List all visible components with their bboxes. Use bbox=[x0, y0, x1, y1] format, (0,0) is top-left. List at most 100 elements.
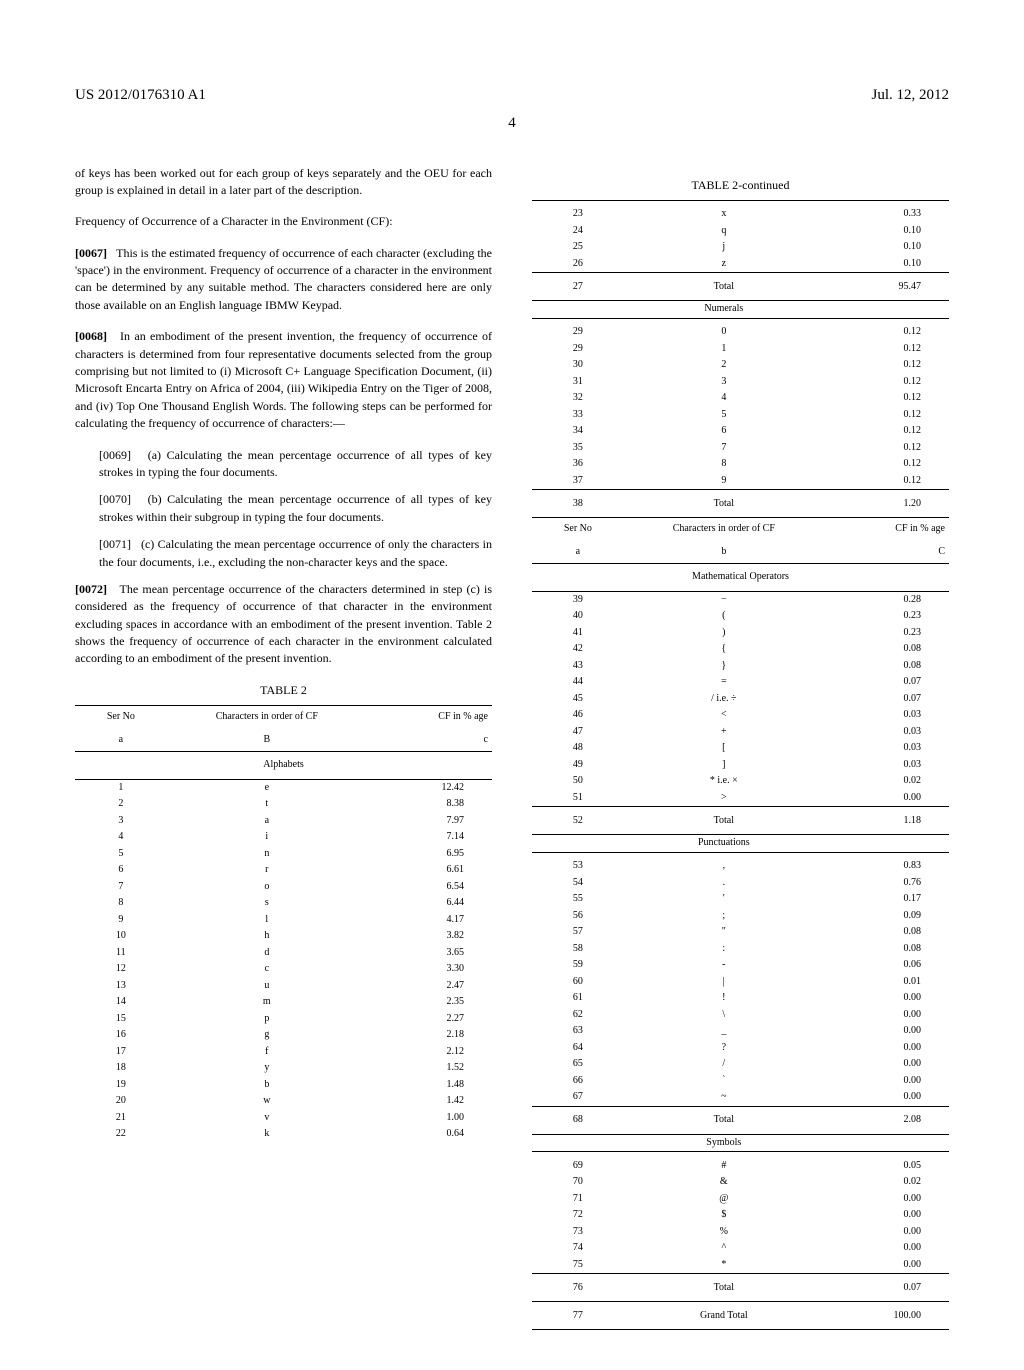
table-row: 2t8.38 bbox=[75, 796, 492, 813]
table-cell: m bbox=[167, 994, 367, 1011]
table-cell: c bbox=[167, 961, 367, 978]
table-cell: 20 bbox=[75, 1093, 167, 1110]
table-cell: | bbox=[624, 974, 824, 991]
table-cell: 60 bbox=[532, 974, 624, 991]
table-cell: 8 bbox=[624, 456, 824, 473]
table-cell: 0.23 bbox=[824, 608, 949, 625]
table-cell: 62 bbox=[532, 1007, 624, 1024]
table-cell: 43 bbox=[532, 658, 624, 675]
table-cell: , bbox=[624, 858, 824, 875]
publication-date: Jul. 12, 2012 bbox=[871, 85, 949, 107]
table-cell: 8 bbox=[75, 895, 167, 912]
table-cell: 7.14 bbox=[367, 829, 492, 846]
tbody-numerals: 2900.122910.123020.123130.123240.123350.… bbox=[532, 324, 949, 490]
table-cell: r bbox=[167, 862, 367, 879]
table-cell: 0.00 bbox=[824, 1089, 949, 1106]
table-row: 11d3.65 bbox=[75, 945, 492, 962]
table-cell: 0.00 bbox=[824, 1257, 949, 1274]
table-cell: 0.10 bbox=[824, 223, 949, 240]
th-sub-c: c bbox=[367, 729, 492, 752]
table-row: 51>0.00 bbox=[532, 790, 949, 807]
table-cell: 4.17 bbox=[367, 912, 492, 929]
table-cell: 7 bbox=[624, 440, 824, 457]
table-row: 65/0.00 bbox=[532, 1056, 949, 1073]
th-sub-c: C bbox=[824, 541, 949, 564]
table-cell: 0.83 bbox=[824, 858, 949, 875]
table-cell: # bbox=[624, 1158, 824, 1175]
table-cell: 16 bbox=[75, 1027, 167, 1044]
table-cell: 0.00 bbox=[824, 1240, 949, 1257]
table-cell: 8.38 bbox=[367, 796, 492, 813]
table-cell: p bbox=[167, 1011, 367, 1028]
table-cell: 7 bbox=[75, 879, 167, 896]
table-cell: 0.10 bbox=[824, 256, 949, 273]
th-char: Characters in order of CF bbox=[624, 518, 824, 541]
table-cell: i bbox=[167, 829, 367, 846]
table-cell: ` bbox=[624, 1073, 824, 1090]
table-cell: 0.00 bbox=[824, 990, 949, 1007]
table-cell: t bbox=[167, 796, 367, 813]
table-cell: b bbox=[167, 1077, 367, 1094]
table-cell: 4 bbox=[624, 390, 824, 407]
table2c-caption: TABLE 2-continued bbox=[532, 177, 949, 194]
table-cell: 15 bbox=[75, 1011, 167, 1028]
table-cell: 29 bbox=[532, 341, 624, 358]
table-cell: d bbox=[167, 945, 367, 962]
table-cell: 0.64 bbox=[367, 1126, 492, 1143]
table-row: 74^0.00 bbox=[532, 1240, 949, 1257]
section-alphabets: Alphabets bbox=[75, 752, 492, 780]
table-cell: 0.08 bbox=[824, 941, 949, 958]
table2-right: 23x0.3324q0.1025j0.1026z0.10 27Total95.4… bbox=[532, 200, 949, 1331]
table-cell: 0.02 bbox=[824, 1174, 949, 1191]
section-symbols: Symbols bbox=[624, 1134, 824, 1152]
table-cell: 0.05 bbox=[824, 1158, 949, 1175]
para-0071: [0071] (c) Calculating the mean percenta… bbox=[99, 536, 492, 571]
table-cell: n bbox=[167, 846, 367, 863]
table-cell: 45 bbox=[532, 691, 624, 708]
table-row: 3680.12 bbox=[532, 456, 949, 473]
table-cell: 1 bbox=[624, 341, 824, 358]
table-cell: 70 bbox=[532, 1174, 624, 1191]
table-row: 64?0.00 bbox=[532, 1040, 949, 1057]
table-cell: x bbox=[624, 206, 824, 223]
punct-total: 68Total2.08 bbox=[532, 1112, 949, 1134]
table-cell: 6.44 bbox=[367, 895, 492, 912]
table-cell: 0.23 bbox=[824, 625, 949, 642]
table-cell: * i.e. × bbox=[624, 773, 824, 790]
table-cell: 40 bbox=[532, 608, 624, 625]
para-num: [0067] bbox=[75, 246, 107, 260]
table-cell: o bbox=[167, 879, 367, 896]
table-cell: \ bbox=[624, 1007, 824, 1024]
table-cell: 0.07 bbox=[824, 674, 949, 691]
table-row: 3570.12 bbox=[532, 440, 949, 457]
table-cell: 67 bbox=[532, 1089, 624, 1106]
table-cell: 22 bbox=[75, 1126, 167, 1143]
table-cell: 31 bbox=[532, 374, 624, 391]
table-cell: 1.48 bbox=[367, 1077, 492, 1094]
table-row: 41)0.23 bbox=[532, 625, 949, 642]
table-row: 45/ i.e. ÷0.07 bbox=[532, 691, 949, 708]
table-cell: 25 bbox=[532, 239, 624, 256]
cf-heading: Frequency of Occurrence of a Character i… bbox=[75, 213, 492, 230]
table-cell: − bbox=[624, 591, 824, 608]
table-cell: 36 bbox=[532, 456, 624, 473]
table-row: 15p2.27 bbox=[75, 1011, 492, 1028]
table-cell: 18 bbox=[75, 1060, 167, 1077]
table-cell: 0.06 bbox=[824, 957, 949, 974]
table-cell: < bbox=[624, 707, 824, 724]
table-row: 49]0.03 bbox=[532, 757, 949, 774]
table-row: 3240.12 bbox=[532, 390, 949, 407]
tbody-mathops: 39−0.2840(0.2341)0.2342{0.0843}0.0844=0.… bbox=[532, 591, 949, 807]
table-row: 44=0.07 bbox=[532, 674, 949, 691]
table-cell: 14 bbox=[75, 994, 167, 1011]
table-cell: 0.17 bbox=[824, 891, 949, 908]
table-row: 39−0.28 bbox=[532, 591, 949, 608]
table-cell: q bbox=[624, 223, 824, 240]
table-cell: 0.08 bbox=[824, 924, 949, 941]
table-cell: 49 bbox=[532, 757, 624, 774]
table-row: 75*0.00 bbox=[532, 1257, 949, 1274]
table-cell: j bbox=[624, 239, 824, 256]
table-cell: 0.12 bbox=[824, 324, 949, 341]
table-cell: 0.00 bbox=[824, 1023, 949, 1040]
table-cell: 2.12 bbox=[367, 1044, 492, 1061]
